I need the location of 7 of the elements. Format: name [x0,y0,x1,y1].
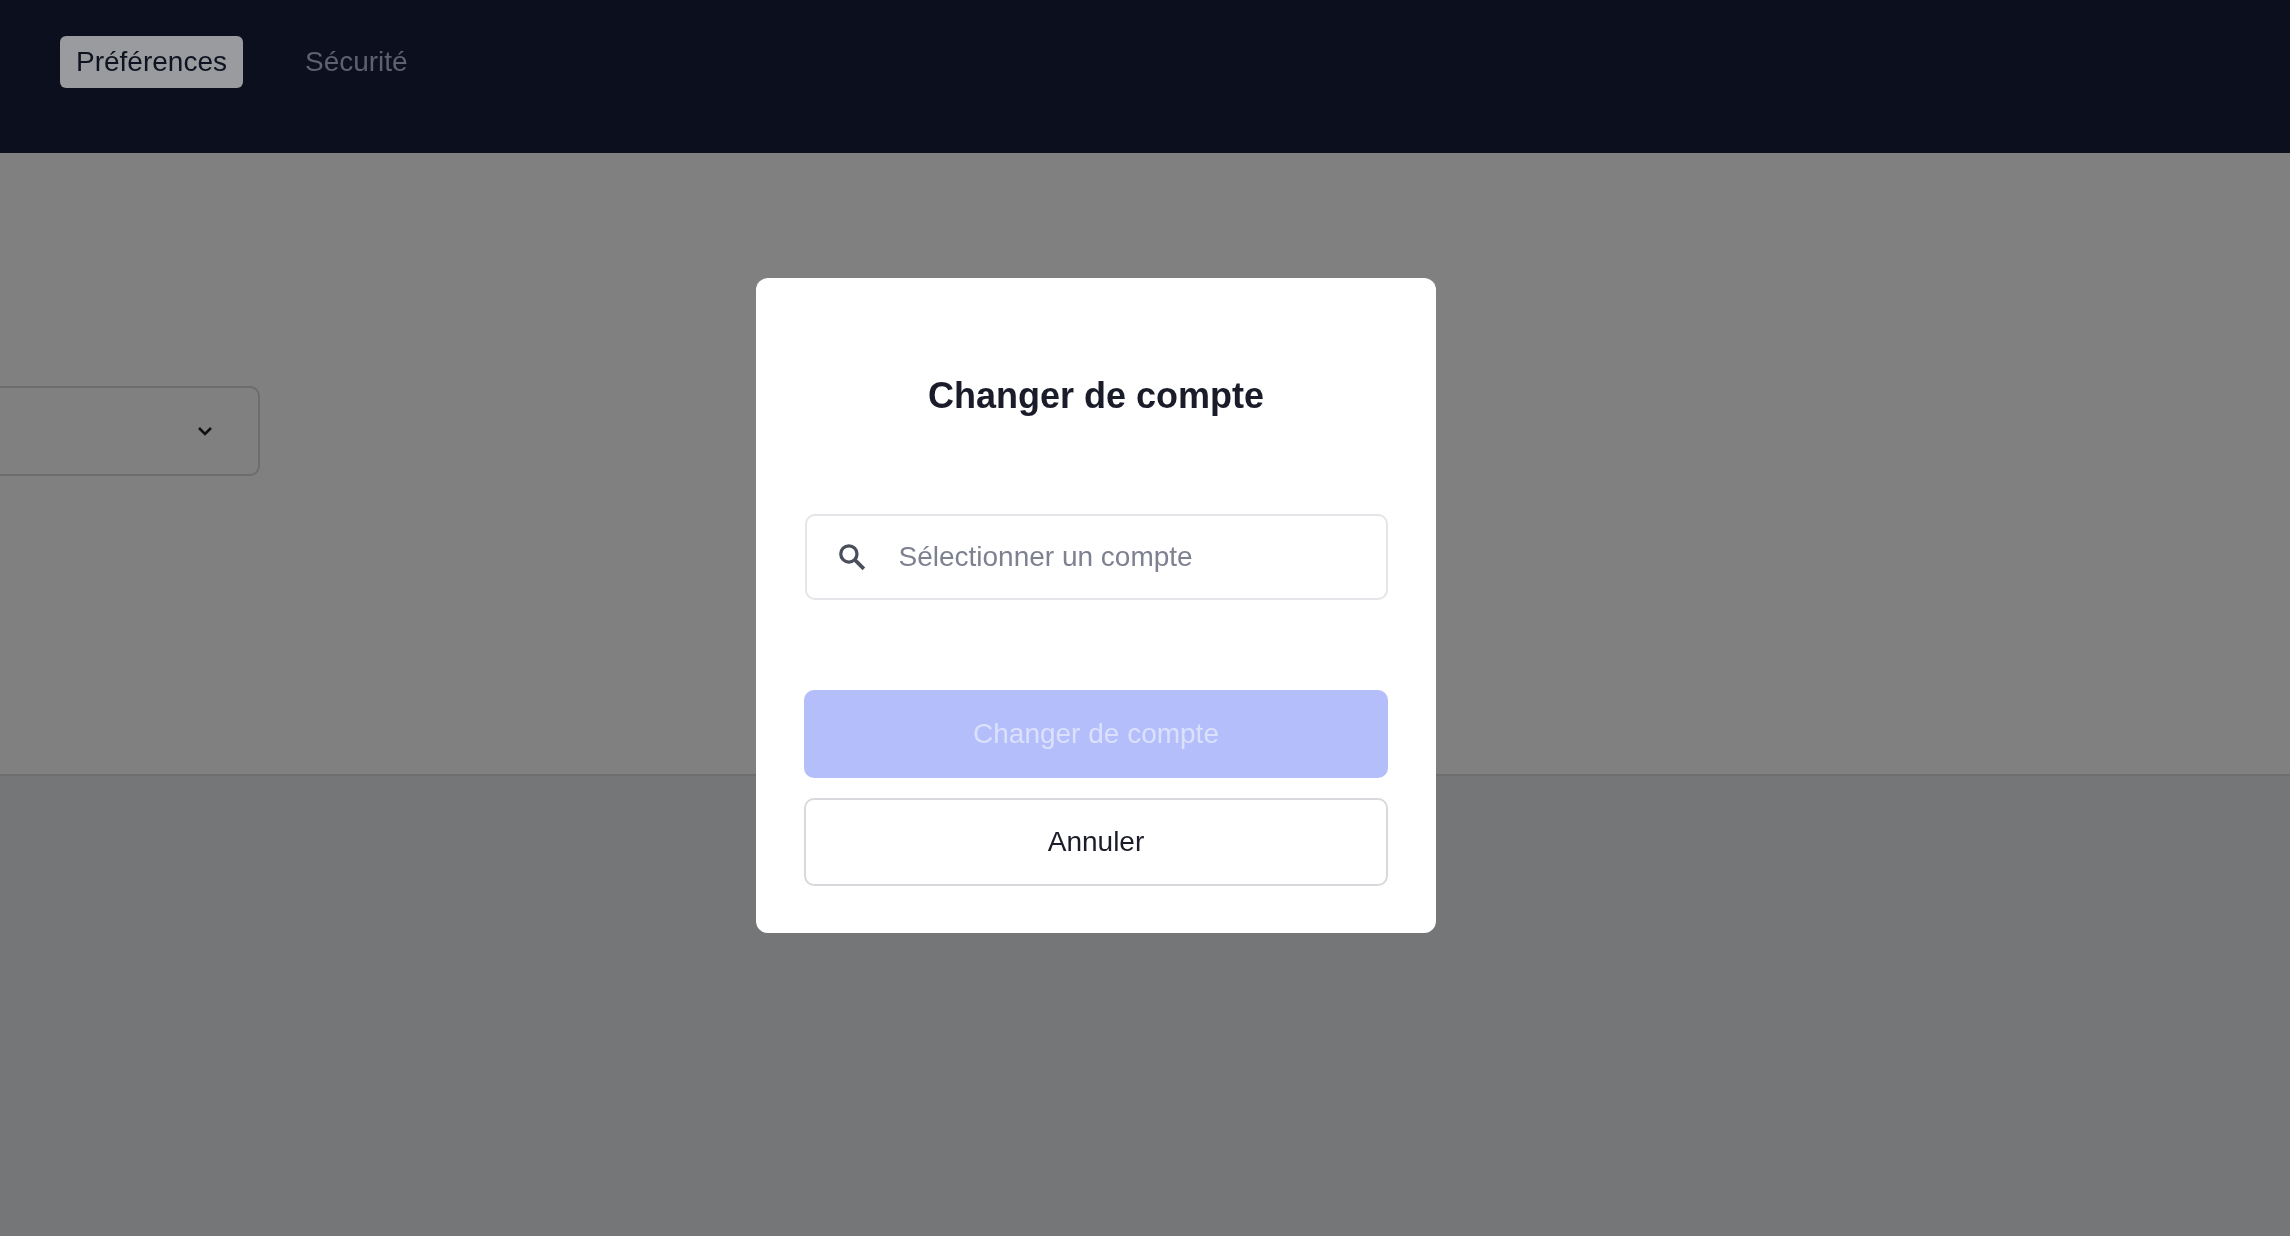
dialog-title: Changer de compte [927,378,1265,414]
search-icon [836,542,867,572]
cancel-button[interactable]: Annuler [804,798,1388,886]
chevron-down-icon [196,425,214,437]
search-field[interactable]: Sélectionner un compte [804,514,1388,600]
tab[interactable]: Préférences [60,36,243,88]
dropdown[interactable] [0,386,260,476]
